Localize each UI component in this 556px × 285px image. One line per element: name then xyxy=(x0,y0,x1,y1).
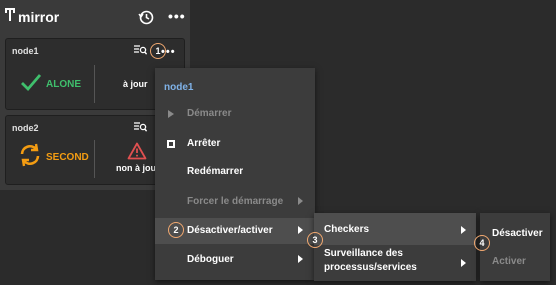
cluster-title: mirror xyxy=(18,9,60,25)
sync-status: à jour xyxy=(123,79,148,89)
menu-item-label: Activer xyxy=(492,256,526,267)
submenu-item-label-line1: Surveillance des xyxy=(324,248,403,259)
chevron-right-icon xyxy=(298,197,303,205)
submenu-item-label-line2: processus/services xyxy=(324,262,417,273)
menu-item-debug[interactable]: Déboguer xyxy=(155,247,315,273)
history-icon[interactable] xyxy=(138,9,154,25)
warning-icon xyxy=(127,142,147,160)
menu-item-label: Redémarrer xyxy=(187,166,244,177)
zoom-list-icon[interactable] xyxy=(134,44,147,56)
chevron-right-icon xyxy=(461,259,466,267)
menu-item-enable: Activer xyxy=(480,247,550,273)
play-icon xyxy=(168,110,174,118)
menu-item-label: Arrêter xyxy=(187,138,221,149)
menu-item-stop[interactable]: Arrêter xyxy=(155,131,315,157)
node-name: node1 xyxy=(12,46,39,56)
cluster-icon xyxy=(5,8,15,21)
step-badge-3: 3 xyxy=(307,232,323,248)
menu-item-label: Forcer le démarrage xyxy=(187,196,284,207)
check-icon xyxy=(21,74,42,92)
zoom-list-icon[interactable] xyxy=(134,121,147,133)
chevron-right-icon xyxy=(298,226,303,234)
stop-icon xyxy=(167,140,175,148)
step-badge-1: 1 xyxy=(150,43,166,59)
sync-icon xyxy=(20,143,40,167)
node-context-menu: node1 Démarrer Arrêter Redémarrer Forcer… xyxy=(155,68,315,280)
divider xyxy=(94,140,95,178)
step-badge-4: 4 xyxy=(474,235,490,251)
step-badge-2: 2 xyxy=(168,222,184,238)
menu-item-label: Désactiver xyxy=(492,228,543,239)
menu-item-disable[interactable]: Désactiver xyxy=(480,219,550,245)
context-menu-title: node1 xyxy=(164,82,194,93)
chevron-right-icon xyxy=(461,226,466,234)
submenu-item-process-monitoring[interactable]: Surveillance des processus/services xyxy=(314,245,476,281)
submenu-item-label: Checkers xyxy=(324,224,370,235)
node-name: node2 xyxy=(12,123,39,133)
node-state: SECOND xyxy=(46,152,89,163)
menu-item-start: Démarrer xyxy=(155,101,315,127)
submenu-item-checkers[interactable]: Checkers xyxy=(314,213,476,245)
menu-item-force-start: Forcer le démarrage xyxy=(155,189,315,215)
menu-item-restart[interactable]: Redémarrer xyxy=(155,159,315,185)
sync-status: non à jour xyxy=(116,163,160,173)
menu-item-label: Démarrer xyxy=(187,108,232,119)
chevron-right-icon xyxy=(298,255,303,263)
divider xyxy=(94,65,95,103)
node-state: ALONE xyxy=(46,79,81,90)
menu-item-label: Désactiver/activer xyxy=(187,225,273,236)
panel-header: mirror ••• xyxy=(0,0,190,34)
checkers-submenu: Désactiver Activer xyxy=(480,213,550,281)
toggle-submenu: Checkers Surveillance des processus/serv… xyxy=(314,213,476,281)
menu-item-label: Déboguer xyxy=(187,254,234,265)
panel-more-button[interactable]: ••• xyxy=(168,8,186,24)
